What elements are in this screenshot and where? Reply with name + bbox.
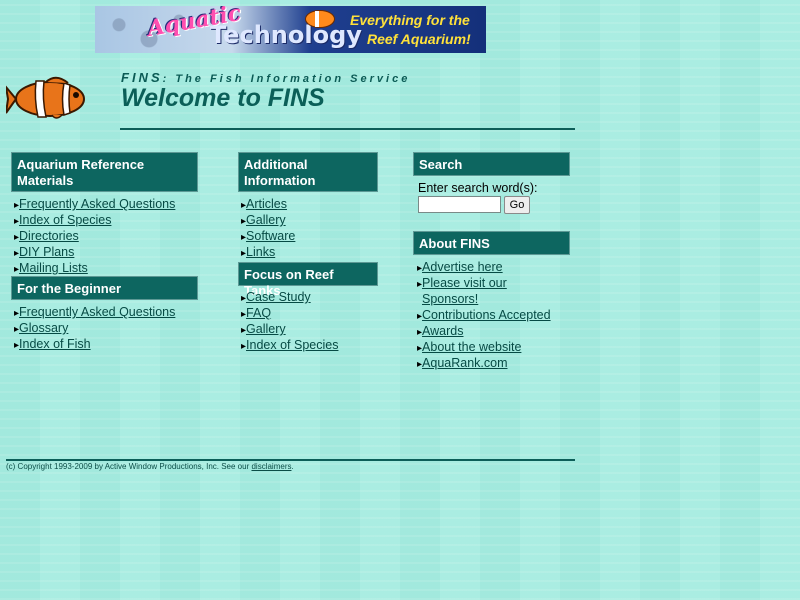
search-go-button[interactable]: Go — [504, 196, 530, 214]
link-index-of-fish[interactable]: Index of Fish — [19, 337, 91, 351]
clownfish-icon — [305, 10, 335, 28]
section-title-line-2: Materials — [17, 173, 74, 188]
beginner-list: Frequently Asked Questions Glossary Inde… — [14, 305, 175, 353]
list-item: Frequently Asked Questions — [14, 197, 175, 213]
banner-brand-technology: Technology — [210, 21, 362, 49]
link-diy-plans[interactable]: DIY Plans — [19, 245, 74, 259]
search-label: Enter search word(s): — [418, 181, 538, 195]
link-reef-faq[interactable]: FAQ — [246, 306, 271, 320]
list-item: Contributions Accepted — [417, 308, 551, 324]
section-title-line-1: Additional — [244, 157, 308, 172]
fins-abbrev: FINS — [121, 70, 163, 85]
link-software[interactable]: Software — [246, 229, 295, 243]
link-awards[interactable]: Awards — [422, 324, 463, 338]
list-item: Glossary — [14, 321, 175, 337]
list-item: Gallery — [241, 213, 295, 229]
link-faq[interactable]: Frequently Asked Questions — [19, 197, 175, 211]
list-item: Case Study — [241, 290, 338, 306]
header-divider — [120, 128, 575, 130]
link-contributions[interactable]: Contributions Accepted — [422, 308, 551, 322]
link-links[interactable]: Links — [246, 245, 275, 259]
fins-tagline: FINS: The Fish Information Service — [121, 70, 410, 85]
clownfish-logo-icon — [6, 76, 85, 119]
link-advertise[interactable]: Advertise here — [422, 260, 503, 274]
link-sponsors[interactable]: Sponsors! — [422, 292, 478, 306]
list-item-continuation: Sponsors! — [417, 292, 551, 308]
about-fins-list: Advertise here Please visit our Sponsors… — [417, 260, 551, 372]
link-glossary[interactable]: Glossary — [19, 321, 68, 335]
list-item: AquaRank.com — [417, 356, 551, 372]
aquarium-reference-list: Frequently Asked Questions Index of Spec… — [14, 197, 175, 277]
aquatic-technology-banner[interactable]: Aquatic Technology Everything for the Re… — [95, 6, 486, 53]
list-item: About the website — [417, 340, 551, 356]
copyright-text: (c) Copyright 1993-2009 by Active Window… — [6, 462, 252, 471]
list-item: Links — [241, 245, 295, 261]
copyright-period: . — [291, 462, 294, 471]
link-about-website[interactable]: About the website — [422, 340, 521, 354]
link-mailing-lists[interactable]: Mailing Lists — [19, 261, 88, 275]
list-item: Awards — [417, 324, 551, 340]
footer-divider — [6, 459, 575, 461]
list-item: Mailing Lists — [14, 261, 175, 277]
reef-tanks-list: Case Study FAQ Gallery Index of Species — [241, 290, 338, 354]
list-item: DIY Plans — [14, 245, 175, 261]
list-item: Gallery — [241, 322, 338, 338]
link-directories[interactable]: Directories — [19, 229, 79, 243]
link-beginner-faq[interactable]: Frequently Asked Questions — [19, 305, 175, 319]
list-item: Index of Species — [14, 213, 175, 229]
section-title-line-1: Aquarium Reference — [17, 157, 145, 172]
section-header-beginner: For the Beginner — [11, 276, 198, 300]
section-header-additional-information: Additional Information — [238, 152, 378, 192]
search-input[interactable] — [418, 196, 501, 213]
list-item: Frequently Asked Questions — [14, 305, 175, 321]
copyright-notice: (c) Copyright 1993-2009 by Active Window… — [6, 462, 294, 471]
link-articles[interactable]: Articles — [246, 197, 287, 211]
list-item: Please visit our — [417, 276, 551, 292]
page-title: Welcome to FINS — [121, 84, 325, 112]
link-please-visit[interactable]: Please visit our — [422, 276, 507, 290]
banner-tagline-1: Everything for the — [350, 12, 470, 28]
list-item: Directories — [14, 229, 175, 245]
link-aquarank[interactable]: AquaRank.com — [422, 356, 507, 370]
link-case-study[interactable]: Case Study — [246, 290, 311, 304]
link-index-of-species[interactable]: Index of Species — [19, 213, 111, 227]
list-item: FAQ — [241, 306, 338, 322]
section-header-reef-tanks: Focus on Reef Tanks — [238, 262, 378, 298]
list-item: Index of Fish — [14, 337, 175, 353]
section-title-line-2: Information — [244, 173, 316, 188]
list-item: Advertise here — [417, 260, 551, 276]
link-reef-index-of-species[interactable]: Index of Species — [246, 338, 338, 352]
list-item: Software — [241, 229, 295, 245]
section-header-about-fins: About FINS — [413, 231, 570, 255]
link-reef-gallery[interactable]: Gallery — [246, 322, 286, 336]
additional-information-list: Articles Gallery Software Links — [241, 197, 295, 261]
section-header-aquarium-reference: Aquarium Reference Materials — [11, 152, 198, 192]
section-header-search: Search — [413, 152, 570, 176]
link-gallery[interactable]: Gallery — [246, 213, 286, 227]
list-item: Index of Species — [241, 338, 338, 354]
link-disclaimers[interactable]: disclaimers — [251, 462, 291, 471]
banner-tagline-2: Reef Aquarium! — [367, 31, 471, 47]
list-item: Articles — [241, 197, 295, 213]
